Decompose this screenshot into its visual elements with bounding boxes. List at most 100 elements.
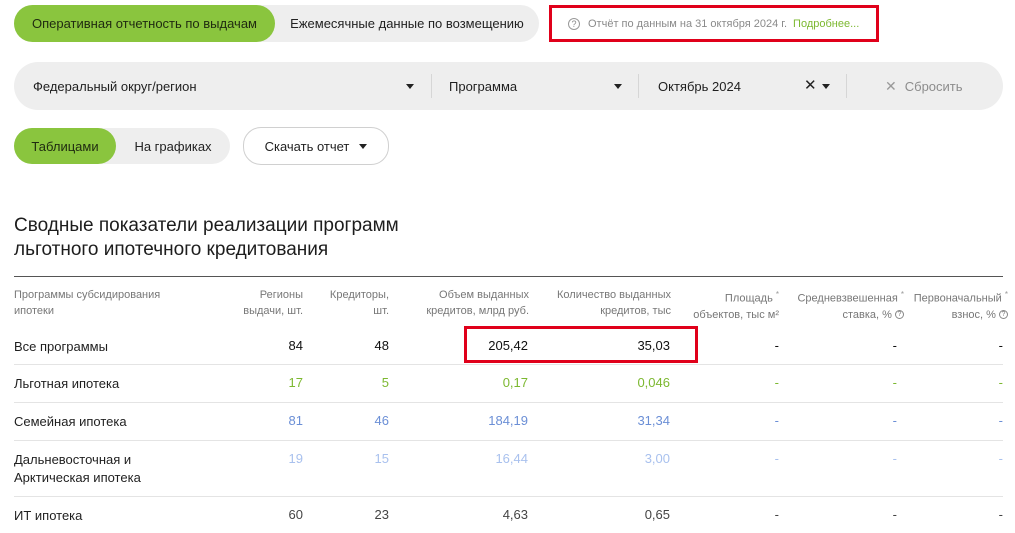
cell-rate: - xyxy=(892,413,897,428)
cell-creditors: 5 xyxy=(381,375,389,390)
filter-bar: Федеральный округ/регион Программа Октяб… xyxy=(14,62,1003,110)
asterisk: * xyxy=(775,290,779,299)
table-row: Семейная ипотека 81 46 184,19 31,34 - - … xyxy=(14,413,1003,433)
more-details-link[interactable]: Подробнее... xyxy=(793,18,859,30)
row-program-name: ИТ ипотека xyxy=(14,508,83,523)
header-count-line2: кредитов, тыс xyxy=(600,305,671,317)
header-area: Площадь * объектов, тыс м² xyxy=(676,287,779,323)
header-rate-line2: ставка, % xyxy=(842,308,892,321)
region-filter-label: Федеральный округ/регион xyxy=(33,78,197,94)
cell-regions: 84 xyxy=(288,338,303,353)
cell-regions: 60 xyxy=(288,507,303,522)
cell-count: 31,34 xyxy=(637,413,670,428)
row-divider xyxy=(14,402,1003,403)
header-count-line1: Количество выданных xyxy=(557,289,671,301)
header-regions: Регионы выдачи, шт. xyxy=(203,287,303,319)
highlight-frame xyxy=(464,326,698,363)
view-tables-button[interactable]: Таблицами xyxy=(14,128,116,164)
chevron-down-icon[interactable] xyxy=(406,84,414,89)
download-report-label: Скачать отчет xyxy=(264,138,350,154)
month-filter[interactable]: Октябрь 2024 xyxy=(658,62,798,110)
table-top-rule xyxy=(14,276,1003,277)
cell-creditors: 48 xyxy=(374,338,389,353)
help-icon[interactable]: ? xyxy=(999,310,1008,320)
cell-down: - xyxy=(998,375,1003,390)
cell-rate: - xyxy=(892,507,897,522)
header-rate-line1: Средневзвешенная xyxy=(797,292,898,305)
page-title: Сводные показатели реализации программ л… xyxy=(14,214,494,262)
header-rate: Средневзвешенная * ставка, % ? xyxy=(780,287,904,323)
question-icon: ? xyxy=(568,17,580,30)
cell-regions: 17 xyxy=(288,375,303,390)
help-icon[interactable]: ? xyxy=(895,310,904,320)
cell-down: - xyxy=(998,338,1003,353)
chevron-down-icon[interactable] xyxy=(614,84,622,89)
cell-regions: 81 xyxy=(288,413,303,428)
row-divider xyxy=(14,496,1003,497)
header-area-line2: объектов, тыс м² xyxy=(693,308,779,321)
reset-label: Сбросить xyxy=(904,78,963,94)
report-date-notice: ? Отчёт по данным на 31 октября 2024 г. … xyxy=(549,5,879,42)
cell-down: - xyxy=(998,507,1003,522)
cell-volume: 184,19 xyxy=(488,413,528,428)
reset-filters-button[interactable]: ✕ Сбросить xyxy=(885,62,963,110)
cell-count: 0,65 xyxy=(644,507,670,522)
row-program-name: Семейная ипотека xyxy=(14,414,127,429)
page-title-line1: Сводные показатели реализации программ xyxy=(14,215,399,236)
cell-area: - xyxy=(774,413,779,428)
cell-count: 0,046 xyxy=(637,375,670,390)
header-program-line2: ипотеки xyxy=(14,305,54,317)
row-divider xyxy=(14,364,1003,365)
header-creditors: Кредиторы, шт. xyxy=(300,287,389,319)
cell-count: 3,00 xyxy=(644,451,670,466)
header-creditors-line1: Кредиторы, xyxy=(329,289,389,301)
header-regions-line1: Регионы xyxy=(259,289,303,301)
report-date-text: Отчёт по данным на 31 октября 2024 г. xyxy=(588,17,788,30)
header-down-line2: взнос, % xyxy=(951,308,996,321)
asterisk: * xyxy=(900,290,904,299)
row-program-name: Дальневосточная и Арктическая ипотека xyxy=(14,452,141,485)
asterisk: * xyxy=(1004,290,1008,299)
header-creditors-line2: шт. xyxy=(373,305,389,317)
cell-regions: 19 xyxy=(288,451,303,466)
row-program-name: Льготная ипотека xyxy=(14,376,120,391)
chevron-down-icon[interactable] xyxy=(822,84,830,89)
divider xyxy=(638,74,639,98)
tab-operational-reporting[interactable]: Оперативная отчетность по выдачам xyxy=(14,5,275,42)
cell-area: - xyxy=(774,451,779,466)
header-volume: Объем выданных кредитов, млрд руб. xyxy=(388,287,529,319)
cell-down: - xyxy=(998,413,1003,428)
cell-down: - xyxy=(998,451,1003,466)
header-program-line1: Программы субсидирования xyxy=(14,289,161,301)
cell-volume: 16,44 xyxy=(495,451,528,466)
header-program: Программы субсидирования ипотеки xyxy=(14,287,214,319)
close-icon: ✕ xyxy=(885,77,897,94)
divider xyxy=(431,74,432,98)
table-row: ИТ ипотека 60 23 4,63 0,65 - - - xyxy=(14,507,1003,527)
header-volume-line1: Объем выданных xyxy=(439,289,529,301)
view-charts-button[interactable]: На графиках xyxy=(116,128,230,164)
header-count: Количество выданных кредитов, тыс xyxy=(530,287,671,319)
cell-creditors: 23 xyxy=(374,507,389,522)
tab-monthly-reimbursement[interactable]: Ежемесячные данные по возмещению xyxy=(275,5,539,42)
chevron-down-icon xyxy=(359,143,368,149)
header-down-payment: Первоначальный * взнос, % ? xyxy=(905,287,1008,323)
month-filter-value: Октябрь 2024 xyxy=(658,78,741,94)
program-filter-label: Программа xyxy=(449,78,518,94)
cell-volume: 4,63 xyxy=(502,507,528,522)
view-mode-toggle: Таблицами На графиках xyxy=(14,128,230,164)
header-regions-line2: выдачи, шт. xyxy=(243,305,303,317)
page-title-line2: льготного ипотечного кредитования xyxy=(14,239,329,260)
divider xyxy=(846,74,847,98)
cell-volume: 0,17 xyxy=(502,375,528,390)
clear-month-icon[interactable]: ✕ xyxy=(804,77,817,95)
download-report-button[interactable]: Скачать отчет xyxy=(243,127,389,165)
header-area-line1: Площадь xyxy=(724,292,773,305)
cell-rate: - xyxy=(892,451,897,466)
header-down-line1: Первоначальный xyxy=(913,292,1002,305)
region-filter[interactable]: Федеральный округ/регион xyxy=(33,62,418,110)
cell-rate: - xyxy=(892,375,897,390)
cell-creditors: 15 xyxy=(374,451,389,466)
report-type-tabs: Оперативная отчетность по выдачам Ежемес… xyxy=(14,5,539,42)
program-filter[interactable]: Программа xyxy=(449,62,629,110)
